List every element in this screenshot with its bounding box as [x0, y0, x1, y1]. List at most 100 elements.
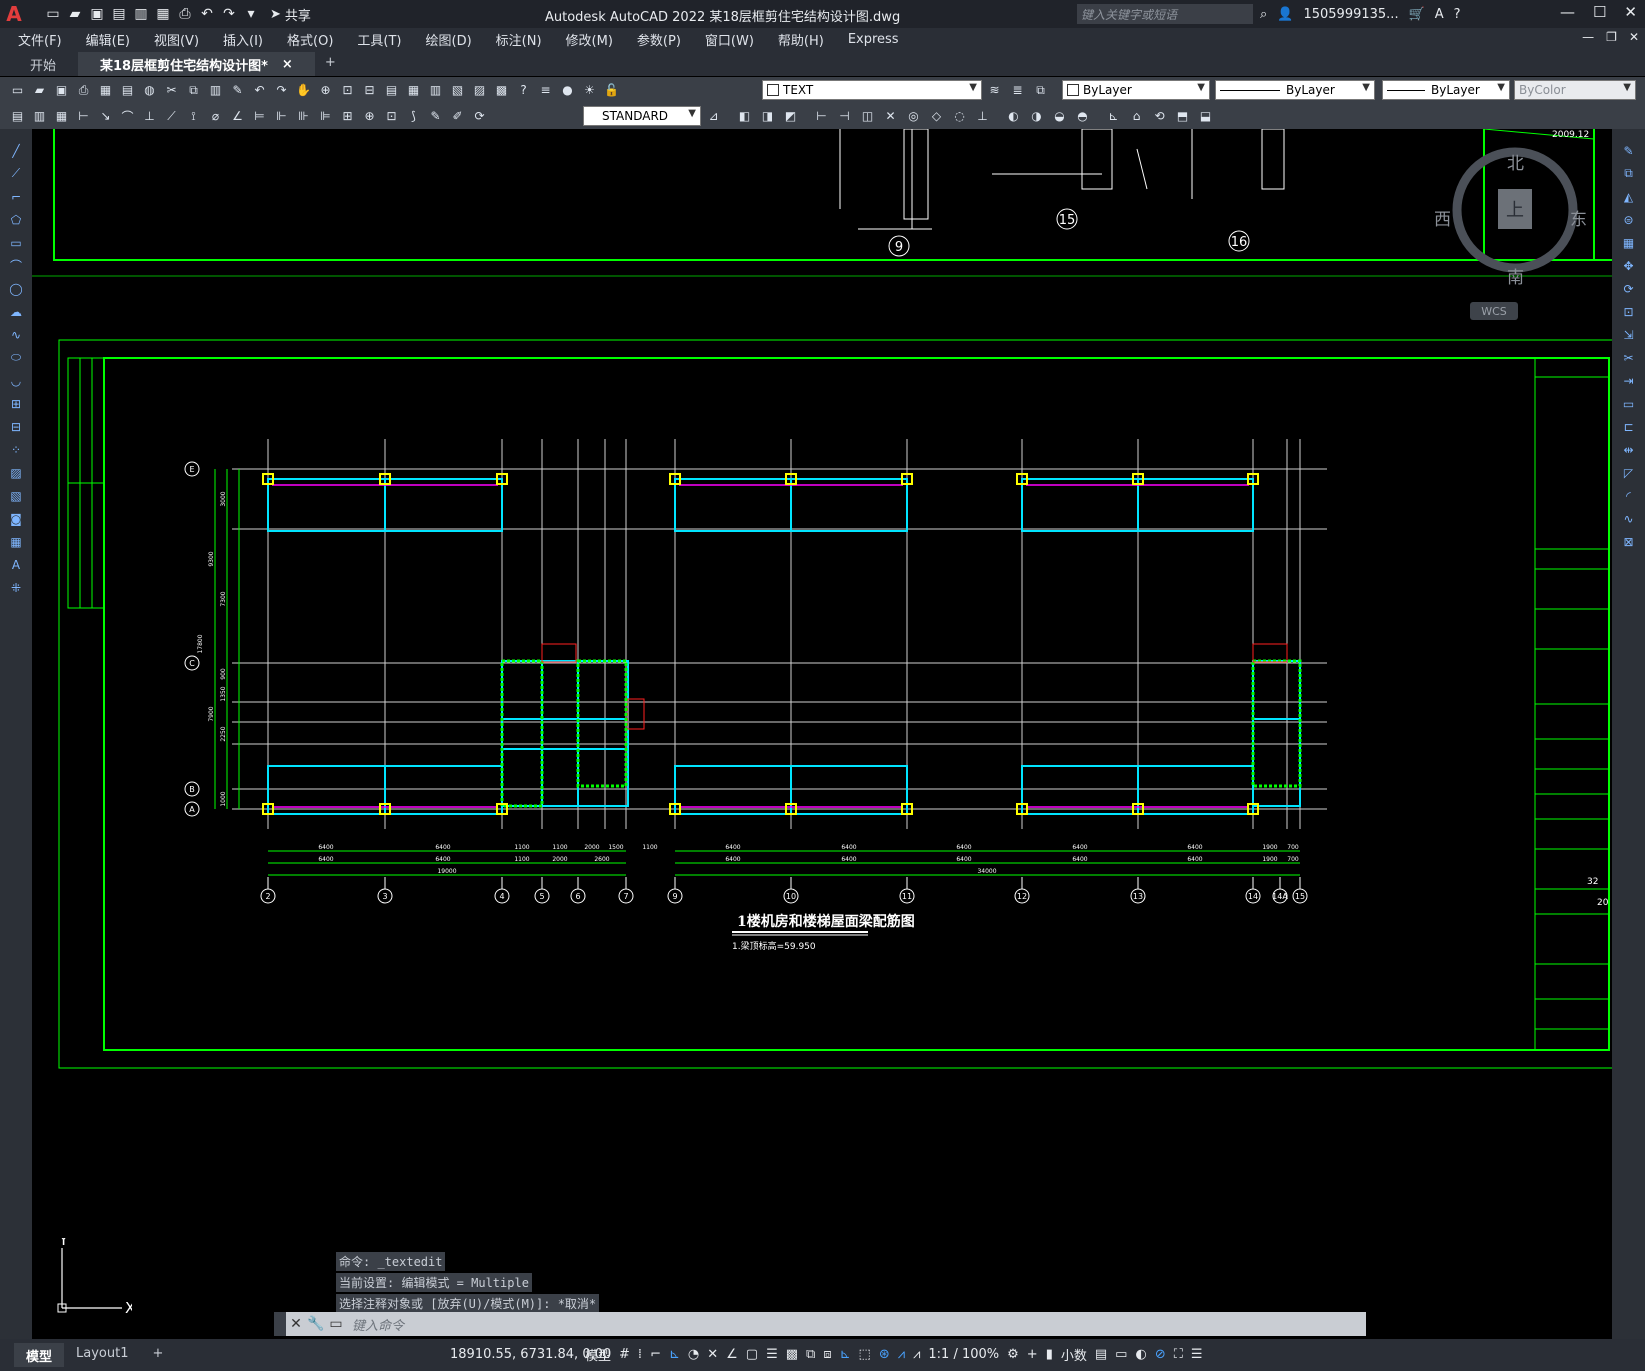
- menu-item-3[interactable]: 插入(I): [223, 30, 263, 49]
- dim-update-icon[interactable]: ⟳: [470, 107, 489, 126]
- doc-minimize-icon[interactable]: —: [1582, 30, 1594, 44]
- draw-order-icon[interactable]: ▤: [8, 107, 27, 126]
- search-icon[interactable]: ⌕: [1260, 7, 1267, 22]
- osnap-endpoint-icon[interactable]: ⊣: [835, 107, 854, 126]
- osnap-mid-icon[interactable]: ◫: [858, 107, 877, 126]
- menu-item-12[interactable]: Express: [848, 32, 899, 47]
- command-input[interactable]: 键入命令: [346, 1313, 1366, 1335]
- workspace-gear-icon[interactable]: ⚙: [1007, 1347, 1019, 1362]
- add-layout-button[interactable]: +: [140, 1343, 175, 1367]
- linetype-dropdown[interactable]: ByLayer ▼: [1215, 80, 1375, 100]
- radius-dim-icon[interactable]: ⟋: [162, 107, 181, 126]
- arc-icon[interactable]: ⌒: [7, 256, 26, 275]
- jogged-dim-icon[interactable]: ⟟: [184, 107, 203, 126]
- insert-block-icon[interactable]: ⊞: [7, 394, 26, 413]
- model-space-toggle[interactable]: 模型: [585, 1345, 611, 1364]
- zoom-realtime-icon[interactable]: ⊕: [316, 81, 335, 100]
- search-input[interactable]: 键入关键字或短语: [1077, 4, 1253, 24]
- redo-icon[interactable]: ↷: [220, 5, 238, 23]
- annotation-scale[interactable]: 1:1 / 100%: [928, 1347, 999, 1362]
- dim-edit-icon[interactable]: ✎: [426, 107, 445, 126]
- quick-properties-icon[interactable]: ▤: [1095, 1347, 1107, 1362]
- layer-previous-icon[interactable]: ≋: [985, 81, 1004, 100]
- menu-item-7[interactable]: 标注(N): [496, 30, 542, 49]
- wcs-menu[interactable]: WCS: [1470, 302, 1518, 320]
- tab-close-icon[interactable]: ×: [282, 57, 293, 72]
- layer-freeze-icon[interactable]: ☀: [580, 81, 599, 100]
- command-grip[interactable]: [274, 1312, 286, 1336]
- attribute-icon[interactable]: ▥: [30, 107, 49, 126]
- menu-item-8[interactable]: 修改(M): [566, 30, 613, 49]
- command-close-icon[interactable]: ✕: [286, 1316, 306, 1332]
- move-icon[interactable]: ✥: [1619, 256, 1638, 275]
- stretch-icon[interactable]: ⇲: [1619, 325, 1638, 344]
- trim-icon[interactable]: ✂: [1619, 348, 1638, 367]
- share-button[interactable]: ➤ 共享: [270, 5, 311, 24]
- ucs-face-icon[interactable]: ⬒: [1173, 107, 1192, 126]
- units-icon[interactable]: ▮: [1046, 1347, 1053, 1362]
- lock-ui-icon[interactable]: ▭: [1115, 1347, 1127, 1362]
- viewcube-south[interactable]: 南: [1507, 263, 1524, 288]
- menu-item-10[interactable]: 窗口(W): [705, 30, 754, 49]
- user-account[interactable]: 1505999135...: [1303, 7, 1398, 22]
- quick-dim-icon[interactable]: ⊨: [250, 107, 269, 126]
- materials-icon[interactable]: ◓: [1073, 107, 1092, 126]
- tab-drawing[interactable]: 某18层框剪住宅结构设计图* ×: [78, 52, 315, 76]
- publish-icon[interactable]: ▤: [118, 81, 137, 100]
- lineweight-dropdown[interactable]: ByLayer ▼: [1382, 80, 1510, 100]
- viewcube-east[interactable]: 东: [1570, 205, 1587, 230]
- construction-line-icon[interactable]: ⟋: [7, 164, 26, 183]
- print-icon[interactable]: ⎙: [74, 81, 93, 100]
- dim-space-icon[interactable]: ⊫: [316, 107, 335, 126]
- viewcube-top-face[interactable]: 上: [1498, 189, 1532, 229]
- preview-icon[interactable]: ▦: [96, 81, 115, 100]
- auto-scale-icon[interactable]: ⩘: [913, 1347, 920, 1362]
- command-recent-icon[interactable]: ▭: [326, 1316, 346, 1332]
- break-at-point-icon[interactable]: ▭: [1619, 394, 1638, 413]
- help-icon[interactable]: ?: [514, 81, 533, 100]
- dynamic-ucs-icon[interactable]: ⊾: [840, 1347, 851, 1362]
- menu-item-9[interactable]: 参数(P): [637, 30, 681, 49]
- viewcube-west[interactable]: 西: [1434, 205, 1451, 230]
- annotation-monitor-icon[interactable]: +: [1027, 1347, 1038, 1362]
- osnap-intersect-icon[interactable]: ✕: [881, 107, 900, 126]
- view-3d-icon[interactable]: ◧: [735, 107, 754, 126]
- ucs-object-icon[interactable]: ⬓: [1196, 107, 1215, 126]
- properties-icon[interactable]: ▤: [382, 81, 401, 100]
- diameter-dim-icon[interactable]: ⌀: [206, 107, 225, 126]
- osnap-center-icon[interactable]: ◎: [904, 107, 923, 126]
- jogged-linear-icon[interactable]: ⟆: [404, 107, 423, 126]
- maximize-icon[interactable]: ☐: [1593, 3, 1606, 21]
- selection-filter-icon[interactable]: ⬚: [859, 1347, 871, 1362]
- osnap-tangent-icon[interactable]: ◌: [950, 107, 969, 126]
- explode-icon[interactable]: ⊠: [1619, 532, 1638, 551]
- line-icon[interactable]: ╱: [7, 141, 26, 160]
- ucs-prev-icon[interactable]: ⟲: [1150, 107, 1169, 126]
- aligned-dim-icon[interactable]: ↘: [96, 107, 115, 126]
- osnap-quad-icon[interactable]: ◇: [927, 107, 946, 126]
- mirror-icon[interactable]: ◭: [1619, 187, 1638, 206]
- viewcube-north[interactable]: 北: [1507, 149, 1524, 174]
- menu-item-4[interactable]: 格式(O): [287, 30, 333, 49]
- dim-style-icon[interactable]: ⊿: [704, 107, 723, 126]
- color-dropdown[interactable]: ByLayer ▼: [1062, 80, 1210, 100]
- units-dropdown[interactable]: 小数: [1061, 1345, 1087, 1364]
- publish-icon[interactable]: ▥: [132, 5, 150, 23]
- pan-icon[interactable]: ✋: [294, 81, 313, 100]
- offset-icon[interactable]: ⊜: [1619, 210, 1638, 229]
- print-icon[interactable]: ⎙: [176, 5, 194, 23]
- fillet-icon[interactable]: ◜: [1619, 486, 1638, 505]
- zoom-window-icon[interactable]: ⊡: [338, 81, 357, 100]
- ellipse-arc-icon[interactable]: ◡: [7, 371, 26, 390]
- sheet-set-icon[interactable]: ▧: [448, 81, 467, 100]
- gizmo-icon[interactable]: ⊛: [879, 1347, 890, 1362]
- open-file-icon[interactable]: ▰: [66, 5, 84, 23]
- cut-icon[interactable]: ✂: [162, 81, 181, 100]
- dim-text-edit-icon[interactable]: ✐: [448, 107, 467, 126]
- scale-icon[interactable]: ⊡: [1619, 302, 1638, 321]
- block-icon[interactable]: ▦: [52, 107, 71, 126]
- calculator-icon[interactable]: ▩: [492, 81, 511, 100]
- shade-icon[interactable]: ◑: [1027, 107, 1046, 126]
- array-icon[interactable]: ▦: [1619, 233, 1638, 252]
- extend-icon[interactable]: ⇥: [1619, 371, 1638, 390]
